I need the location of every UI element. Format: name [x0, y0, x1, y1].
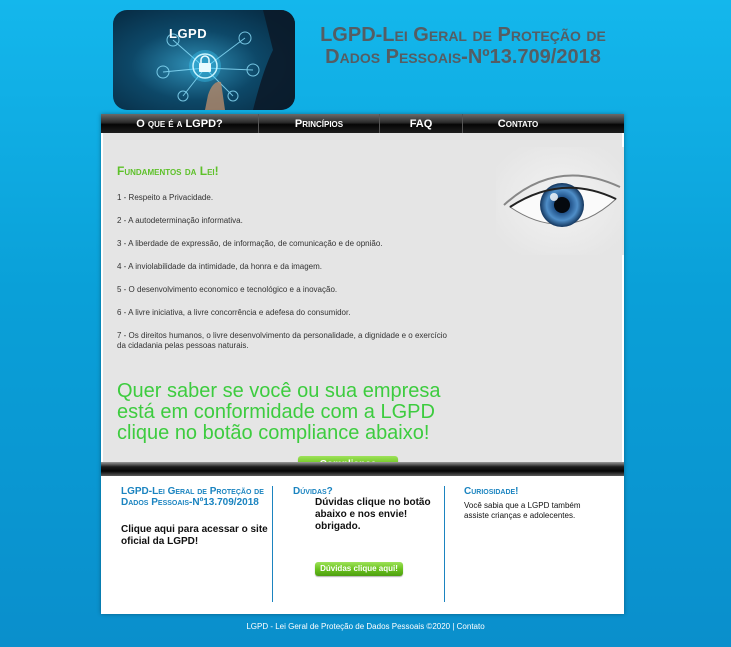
col-duvidas: Dúvidas? Dúvidas clique no botão abaixo … [272, 486, 445, 602]
col-curiosidade: Curiosidade! Você sabia que a LGPD també… [444, 486, 614, 602]
col-lgpd: LGPD-Lei Geral de Proteção de Dados Pess… [121, 486, 271, 602]
footer-text: LGPD - Lei Geral de Proteção de Dados Pe… [246, 622, 485, 631]
info-columns: LGPD-Lei Geral de Proteção de Dados Pess… [101, 476, 624, 614]
nav-item-o-que-e[interactable]: O que é a LGPD? [101, 114, 259, 133]
site-title-line1: LGPD-Lei Geral de Proteção de [320, 24, 606, 46]
eye-image [496, 147, 624, 255]
principles-list: 1 - Respeito a Privacidade. 2 - A autode… [117, 193, 447, 364]
duvidas-button[interactable]: Dúvidas clique aqui! [315, 562, 403, 576]
col-curiosidade-title: Curiosidade! [464, 486, 519, 497]
list-item: 2 - A autodeterminação informativa. [117, 216, 243, 225]
main-panel: O que é a LGPD? Princípios FAQ Contato F… [101, 114, 624, 614]
list-item: 1 - Respeito a Privacidade. [117, 193, 214, 202]
site-title: LGPD-Lei Geral de Proteção de Dados Pess… [298, 24, 628, 68]
compliance-cta-text: Quer saber se você ou sua empresa está e… [117, 380, 441, 444]
col-lgpd-title: LGPD-Lei Geral de Proteção de Dados Pess… [121, 486, 264, 508]
col-duvidas-title: Dúvidas? [293, 486, 333, 497]
nav-item-principios[interactable]: Princípios [259, 114, 380, 133]
lgpd-logo: LGPD [113, 10, 295, 110]
section-title: Fundamentos da Lei! [117, 164, 219, 178]
content-area: Fundamentos da Lei! 1 - Respeito a Priva… [103, 133, 624, 473]
site-title-line2: Dados Pessoais-Nº13.709/2018 [325, 46, 601, 68]
official-site-link[interactable]: Clique aqui para acessar o site oficial … [121, 524, 271, 548]
col-curiosidade-text: Você sabia que a LGPD também assiste cri… [464, 501, 581, 520]
section-divider [101, 462, 624, 476]
nav-item-faq[interactable]: FAQ [380, 114, 463, 133]
lgpd-logo-graphic [156, 10, 295, 110]
top-nav: O que é a LGPD? Princípios FAQ Contato [101, 114, 624, 133]
list-item: 4 - A inviolabilidade da intimidade, da … [117, 262, 323, 271]
nav-item-contato[interactable]: Contato [463, 114, 573, 133]
list-item: 7 - Os direitos humanos, o livre desenvo… [117, 331, 447, 350]
list-item: 3 - A liberdade de expressão, de informa… [117, 239, 383, 248]
list-item: 6 - A livre iniciativa, a livre concorrê… [117, 308, 351, 317]
logo-text: LGPD [169, 26, 208, 41]
col-duvidas-text: Dúvidas clique no botão abaixo e nos env… [315, 497, 431, 532]
list-item: 5 - O desenvolvimento economico e tecnol… [117, 285, 338, 294]
